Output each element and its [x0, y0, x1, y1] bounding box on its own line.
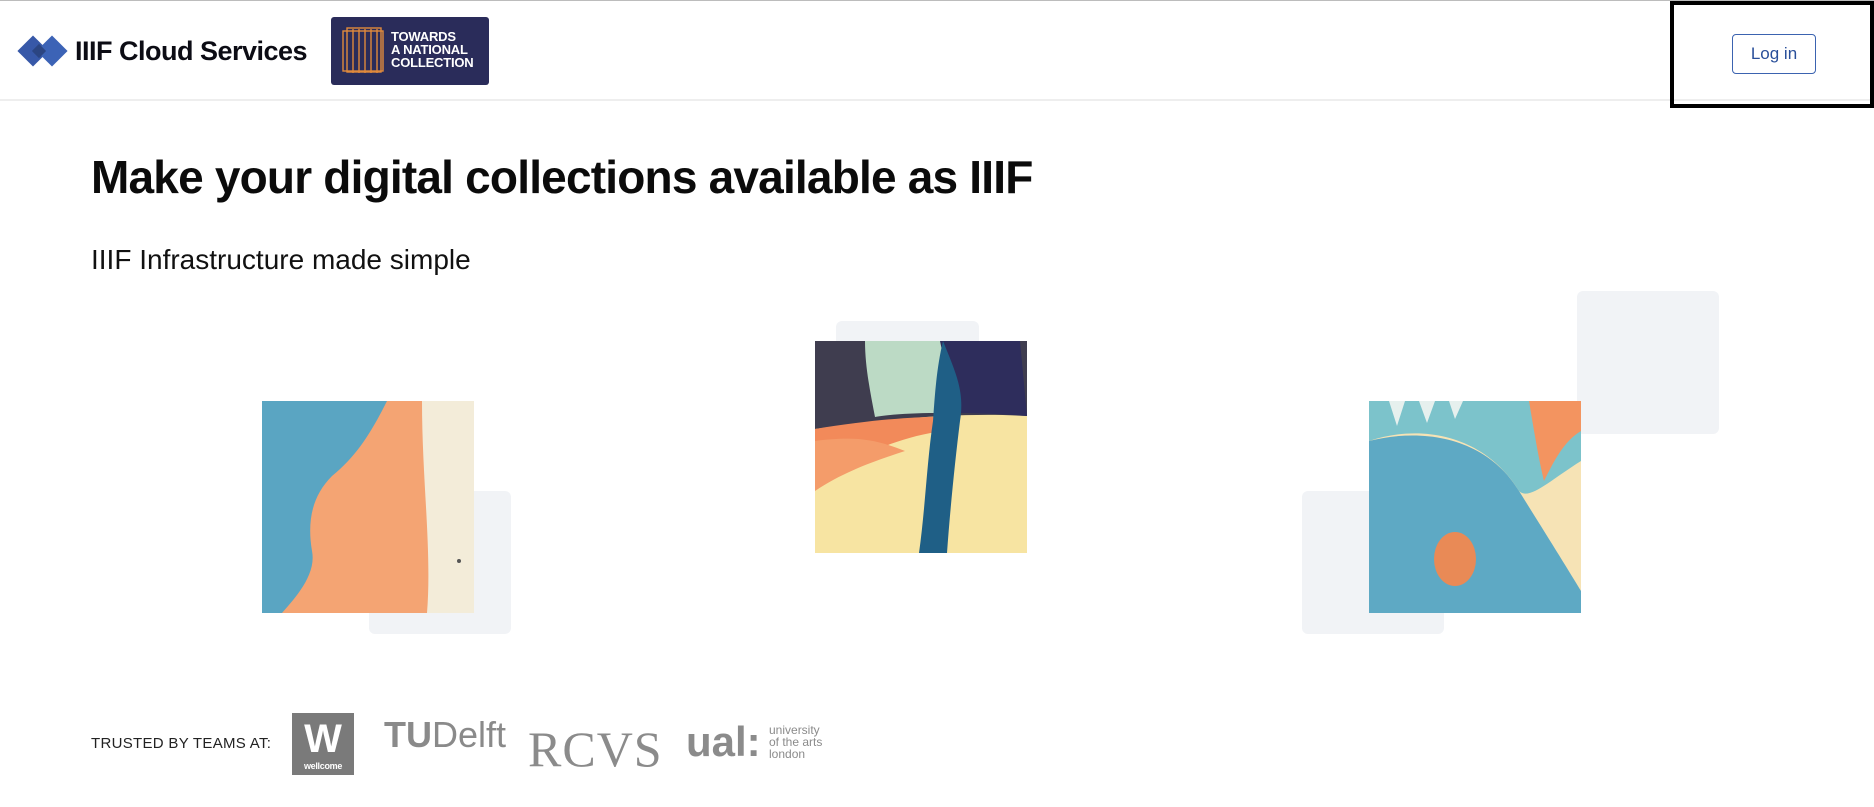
ual-logo-line: london	[769, 747, 806, 761]
iiif-diamond-logo-icon	[17, 34, 68, 68]
tudelft-logo: TUDelft	[384, 714, 506, 756]
abstract-artwork-image	[1369, 401, 1581, 613]
page-title: Make your digital collections available …	[91, 151, 1033, 203]
login-button[interactable]: Log in	[1732, 34, 1816, 74]
page-subtitle: IIIF Infrastructure made simple	[91, 244, 471, 275]
ual-logo-subtitle: university of the arts london	[769, 724, 822, 760]
wellcome-logo: W wellcome	[292, 713, 354, 775]
ual-logo: ual:	[686, 718, 761, 765]
login-highlight-box: Log in	[1670, 1, 1874, 108]
tudelft-logo-tu: TU	[384, 714, 432, 755]
abstract-artwork-image	[815, 341, 1027, 553]
rcvs-logo: RCVS	[528, 721, 663, 777]
trusted-by-label: TRUSTED BY TEAMS AT:	[91, 735, 272, 752]
brand-name: IIIF Cloud Services	[75, 35, 308, 66]
brand-logo-link[interactable]: IIIF Cloud Services	[17, 34, 308, 68]
towards-a-national-collection-logo[interactable]: TOWARDS A NATIONAL COLLECTION	[331, 17, 489, 85]
wellcome-logo-name: wellcome	[303, 761, 343, 771]
partner-logo-line: COLLECTION	[391, 55, 474, 70]
decorative-square	[1577, 291, 1719, 434]
site-header: IIIF Cloud Services TOWARDS A NATIONAL C…	[0, 1, 1874, 101]
collection-frames-icon	[342, 27, 384, 73]
partner-logo-text: TOWARDS A NATIONAL COLLECTION	[391, 30, 486, 69]
wellcome-logo-mark: W	[304, 717, 342, 761]
abstract-artwork-image	[262, 401, 474, 613]
tudelft-logo-delft: Delft	[432, 714, 507, 755]
